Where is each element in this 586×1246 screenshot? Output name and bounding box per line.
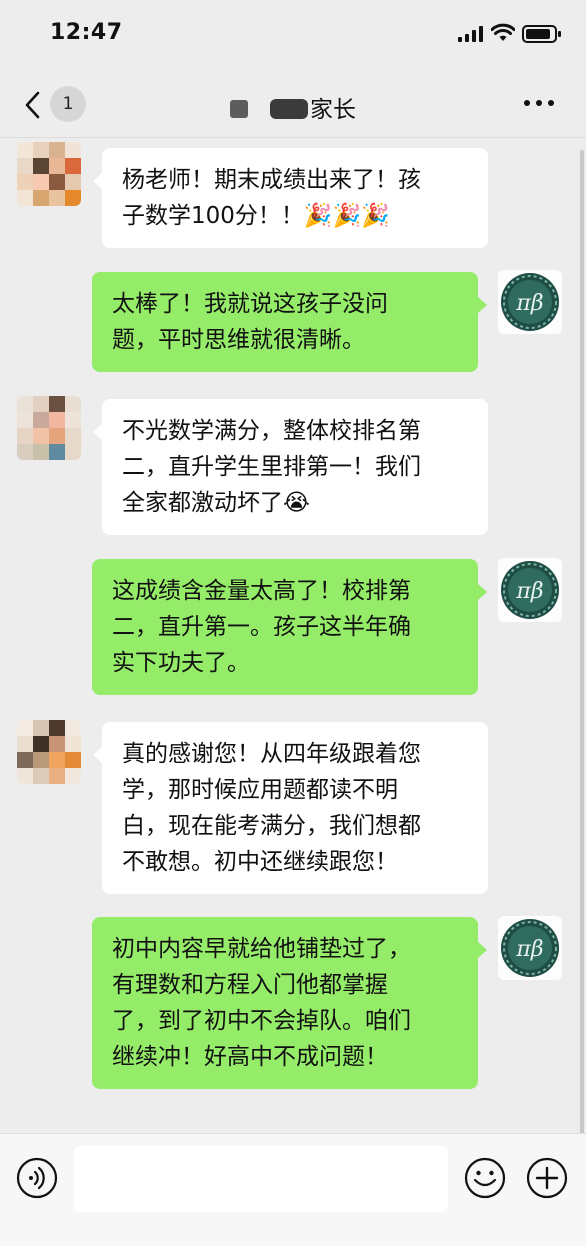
wifi-icon bbox=[491, 23, 515, 41]
message-text-line: 不敢想。初中还继续跟您！ bbox=[122, 849, 398, 875]
scrollbar[interactable] bbox=[580, 150, 584, 1135]
contact-avatar[interactable] bbox=[17, 396, 81, 460]
pi-beta-logo-icon: πβ bbox=[501, 273, 559, 331]
message-bubble-sent[interactable]: 初中内容早就给他铺垫过了， 有理数和方程入门他都掌握 了，到了初中不会掉队。咱们… bbox=[92, 917, 487, 1089]
message-bubble-received[interactable]: 不光数学满分，整体校排名第 二，直升学生里排第一！我们 全家都激动坏了😭 bbox=[93, 399, 488, 535]
message-bubble-sent[interactable]: 这成绩含金量太高了！校排第 二，直升第一。孩子这半年确 实下功夫了。 bbox=[92, 559, 487, 695]
chat-header: 1 家长 bbox=[0, 68, 586, 138]
more-options-icon[interactable] bbox=[522, 98, 556, 108]
message-text-line: 子数学100分！！🎉🎉🎉 bbox=[122, 203, 390, 229]
message-text-line: 白，现在能考满分，我们想都 bbox=[122, 813, 421, 839]
logo-text: πβ bbox=[515, 579, 543, 604]
status-time: 12:47 bbox=[50, 20, 123, 45]
redacted-name-block bbox=[230, 100, 248, 118]
message-bubble-received[interactable]: 真的感谢您！从四年级跟着您 学，那时候应用题都读不明 白，现在能考满分，我们想都… bbox=[93, 722, 488, 894]
cellular-signal-icon bbox=[458, 26, 483, 42]
contact-avatar[interactable] bbox=[17, 142, 81, 206]
plus-icon[interactable] bbox=[526, 1157, 568, 1199]
message-text-line: 二，直升第一。孩子这半年确 bbox=[112, 614, 411, 640]
self-avatar[interactable]: πβ bbox=[498, 558, 562, 622]
contact-avatar[interactable] bbox=[17, 720, 81, 784]
pi-beta-logo-icon: πβ bbox=[501, 561, 559, 619]
message-text-line: 这成绩含金量太高了！校排第 bbox=[112, 578, 411, 604]
message-bubble-sent[interactable]: 太棒了！我就说这孩子没问 题，平时思维就很清晰。 bbox=[92, 272, 487, 372]
message-text-line: 不光数学满分，整体校排名第 bbox=[122, 418, 421, 444]
message-text-line: 初中内容早就给他铺垫过了， bbox=[112, 936, 411, 962]
message-list[interactable]: 杨老师！期末成绩出来了！孩 子数学100分！！🎉🎉🎉 太棒了！我就说这孩子没问 … bbox=[0, 138, 586, 1133]
status-bar: 12:47 bbox=[0, 0, 586, 68]
voice-input-icon[interactable] bbox=[16, 1157, 58, 1199]
self-avatar[interactable]: πβ bbox=[498, 916, 562, 980]
redacted-name-block bbox=[270, 99, 308, 119]
message-input[interactable] bbox=[74, 1146, 448, 1212]
message-text-line: 有理数和方程入门他都掌握 bbox=[112, 972, 388, 998]
message-text-line: 学，那时候应用题都读不明 bbox=[122, 777, 398, 803]
message-bubble-received[interactable]: 杨老师！期末成绩出来了！孩 子数学100分！！🎉🎉🎉 bbox=[93, 148, 488, 248]
logo-text: πβ bbox=[515, 937, 543, 962]
logo-text: πβ bbox=[515, 291, 543, 316]
chat-title-text: 家长 bbox=[310, 97, 356, 123]
message-text-line: 太棒了！我就说这孩子没问 bbox=[112, 291, 388, 317]
self-avatar[interactable]: πβ bbox=[498, 270, 562, 334]
chat-title: 家长 bbox=[0, 90, 586, 124]
pi-beta-logo-icon: πβ bbox=[501, 919, 559, 977]
message-text-line: 杨老师！期末成绩出来了！孩 bbox=[122, 167, 421, 193]
message-text-line: 全家都激动坏了😭 bbox=[122, 490, 310, 516]
message-text-line: 了，到了初中不会掉队。咱们 bbox=[112, 1008, 411, 1034]
message-input-bar bbox=[0, 1133, 586, 1246]
message-text-line: 二，直升学生里排第一！我们 bbox=[122, 454, 421, 480]
battery-icon bbox=[522, 25, 561, 43]
message-text-line: 实下功夫了。 bbox=[112, 650, 250, 676]
message-text-line: 继续冲！好高中不成问题！ bbox=[112, 1044, 388, 1070]
emoji-icon[interactable] bbox=[464, 1157, 506, 1199]
message-text-line: 真的感谢您！从四年级跟着您 bbox=[122, 741, 421, 767]
message-text-line: 题，平时思维就很清晰。 bbox=[112, 327, 365, 353]
